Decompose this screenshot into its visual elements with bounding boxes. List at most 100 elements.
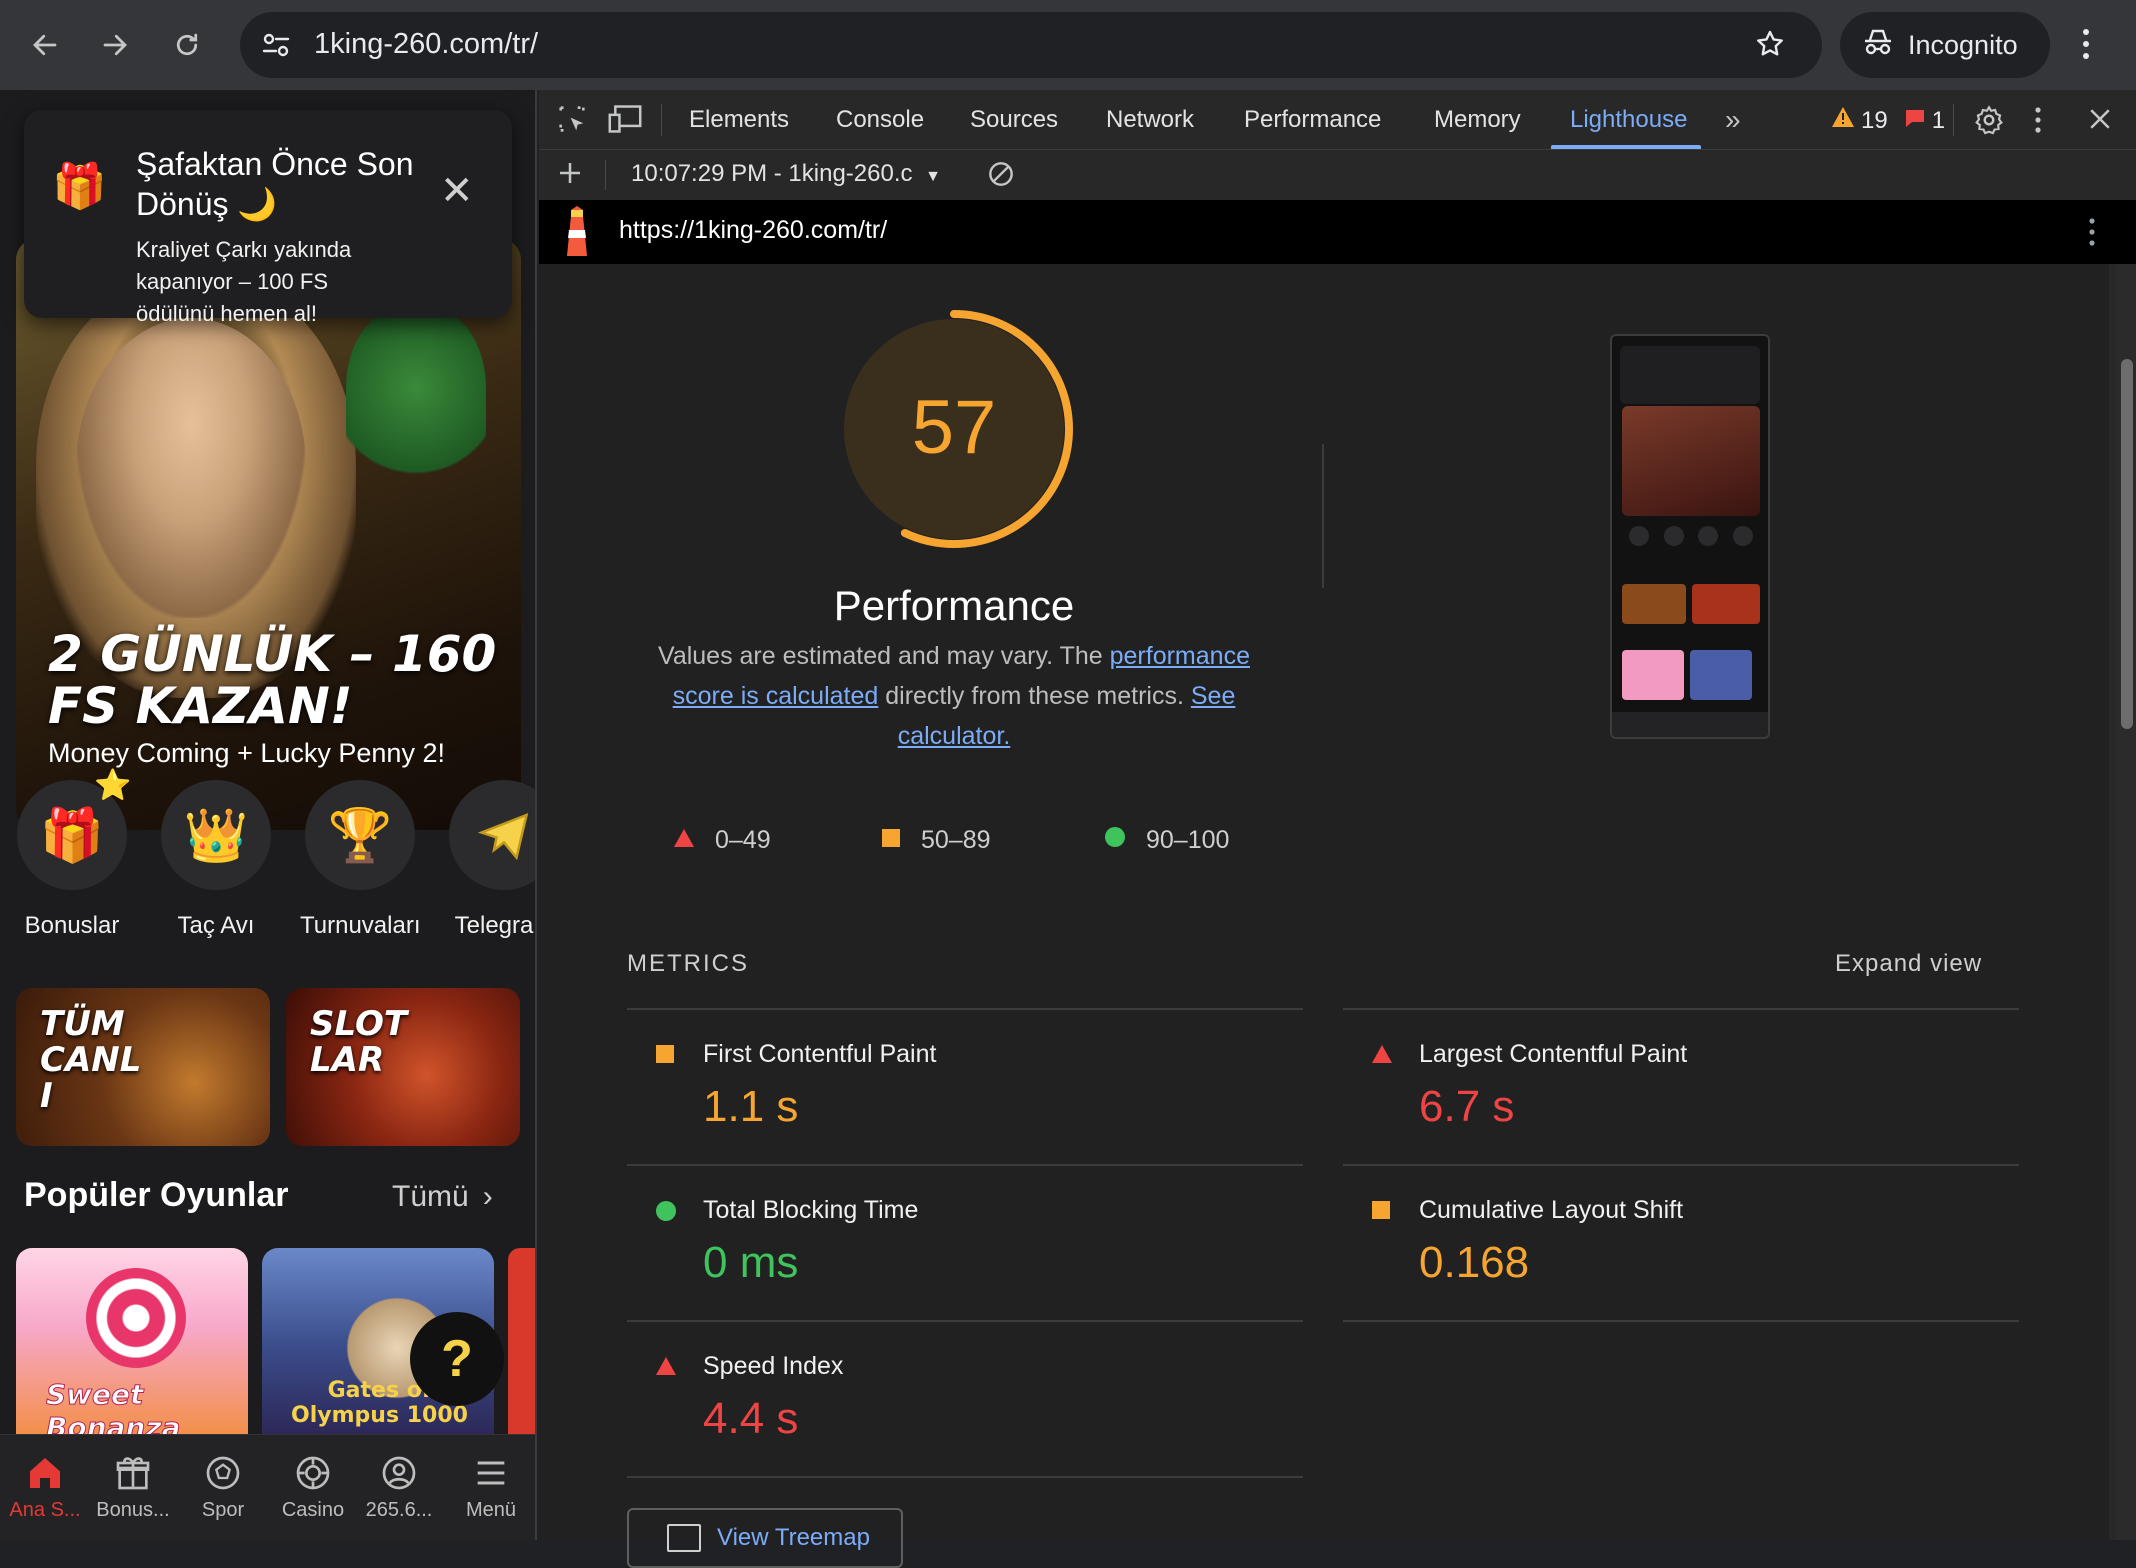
toast-title: Şafaktan Önce Son Dönüş 🌙 [136,146,414,222]
hero-title: 2 GÜNLÜK – 160 FS KAZAN! [48,625,497,735]
new-report-icon[interactable] [555,158,585,193]
tab-elements[interactable]: Elements [689,106,789,134]
see-all-link[interactable]: Tümü › [392,1180,493,1214]
browser-menu-icon[interactable] [2080,24,2092,69]
quick-action-label: Telegram [454,912,535,939]
trophy-icon: 🏆 [305,780,415,890]
tab-divider [1953,104,1954,136]
scrollbar-thumb[interactable] [2121,359,2133,729]
promo-label: TÜM CANLI [40,1004,142,1116]
metric-value: 4.4 s [703,1394,799,1443]
view-treemap-button[interactable]: View Treemap [627,1508,903,1568]
help-icon[interactable]: ? [410,1312,504,1406]
nav-account[interactable]: 265.6... [356,1453,442,1522]
report-url-bar: https://1king-260.com/tr/ [539,200,2136,264]
back-icon[interactable] [22,22,68,68]
incognito-badge[interactable]: Incognito [1840,12,2050,78]
devtools-menu-icon[interactable] [2033,104,2043,141]
bookmark-star-icon[interactable] [1754,28,1786,65]
quick-action-turnuvalari[interactable]: 🏆 Turnuvaları [300,780,421,940]
legend-range: 90–100 [1146,826,1230,854]
toolbar-divider [605,160,606,190]
view-treemap-label: View Treemap [717,1524,870,1551]
performance-score: 57 [911,385,997,470]
reload-icon[interactable] [164,22,210,68]
metric-name: First Contentful Paint [703,1040,937,1068]
report-menu-icon[interactable] [2087,216,2097,253]
legend-range: 50–89 [921,826,991,854]
nav-casino[interactable]: Casino [270,1453,356,1522]
incognito-label: Incognito [1908,29,2018,60]
report-scrollbar[interactable] [2116,264,2136,1540]
devtools-panel: Elements Console Sources Network Perform… [539,90,2136,1568]
forward-icon[interactable] [92,22,138,68]
metric-divider [627,1476,1303,1478]
gift-icon: 🎁 [52,162,107,211]
tab-sources[interactable]: Sources [970,106,1058,134]
hero-face [76,318,306,618]
tab-network[interactable]: Network [1106,106,1194,134]
description-text: directly from these metrics. [878,682,1191,710]
thumbnail-promo [1692,584,1760,624]
game-card-partial[interactable] [508,1248,535,1448]
hero-subtitle: Money Coming + Lucky Penny 2! [48,738,445,768]
report-selector-label: 10:07:29 PM - 1king-260.c [631,160,913,187]
close-icon[interactable]: ✕ [440,168,474,214]
legend-average: 50–89 [881,826,991,855]
tab-memory[interactable]: Memory [1434,106,1521,134]
metrics-heading: METRICS [627,950,749,977]
thumbnail-icon [1698,526,1719,546]
inspect-element-icon[interactable] [555,102,589,141]
nav-label: 265.6... [365,1499,433,1521]
square-average-icon [655,1044,675,1069]
clear-reports-icon[interactable] [985,158,1017,195]
quick-action-telegram[interactable]: Telegram [444,780,535,940]
tab-performance[interactable]: Performance [1244,106,1381,134]
tab-lighthouse[interactable]: Lighthouse [1570,106,1687,134]
final-screenshot-thumbnail[interactable] [1610,334,1770,739]
promo-slots[interactable]: SLOTLAR [286,988,520,1146]
notification-toast: 🎁 Şafaktan Önce Son Dönüş 🌙 Kraliyet Çar… [24,110,512,326]
expand-view-toggle[interactable]: Expand view [1835,950,1982,978]
crown-icon: 👑 [161,780,271,890]
bottom-navigation: Ana S... Bonus... Spor Casino 265.6... M… [0,1434,535,1540]
metric-divider [1343,1320,2019,1322]
more-tabs-icon[interactable]: » [1725,104,1741,136]
address-bar[interactable]: 1king-260.com/tr/ [240,12,1822,78]
issues-counter[interactable]: 19 1 [1831,106,1945,135]
nav-label: Bonus... [96,1499,170,1521]
score-description: Values are estimated and may vary. The p… [639,636,1269,756]
metric-lcp: Largest Contentful Paint 6.7 s [1343,1008,2019,1164]
promo-live-casino[interactable]: TÜM CANLI [16,988,270,1146]
quick-actions: 🎁 Bonuslar ⭐ 👑 Taç Avı 🏆 Turnuvaları Tel… [0,769,535,950]
category-title: Performance [833,582,1075,629]
vertical-divider [1322,444,1324,588]
thumbnail-icon [1629,526,1650,546]
soccer-ball-icon [180,1453,266,1499]
nav-sport[interactable]: Spor [180,1453,266,1522]
tab-console[interactable]: Console [836,106,924,134]
circle-pass-icon [655,1200,677,1227]
settings-gear-icon[interactable] [1973,104,2005,141]
site-settings-icon[interactable] [260,30,292,65]
tab-divider [661,104,662,136]
quick-action-tac-avi[interactable]: 👑 Taç Avı [156,780,276,940]
error-count: 1 [1931,106,1946,134]
triangle-fail-icon [1371,1044,1393,1069]
gift-icon [90,1453,176,1499]
close-devtools-icon[interactable] [2085,104,2115,139]
metric-cls: Cumulative Layout Shift 0.168 [1343,1164,2019,1320]
report-selector[interactable]: 10:07:29 PM - 1king-260.c ▼ [631,160,941,188]
metric-value: 0 ms [703,1238,799,1287]
lighthouse-report: 57 Performance Values are estimated and … [539,264,2109,1568]
nav-home[interactable]: Ana S... [2,1453,88,1522]
nav-menu[interactable]: Menü [448,1453,534,1522]
home-icon [2,1453,88,1499]
quick-action-bonuslar[interactable]: 🎁 Bonuslar ⭐ [12,769,132,940]
thumbnail-game [1622,650,1684,700]
nav-bonus[interactable]: Bonus... [90,1453,176,1522]
device-toolbar-icon[interactable] [607,102,643,141]
incognito-icon [1862,28,1894,63]
popular-games-title: Popüler Oyunlar [24,1176,289,1214]
game-card-sweet-bonanza[interactable]: Sweet Bonanza 1000 [16,1248,248,1448]
